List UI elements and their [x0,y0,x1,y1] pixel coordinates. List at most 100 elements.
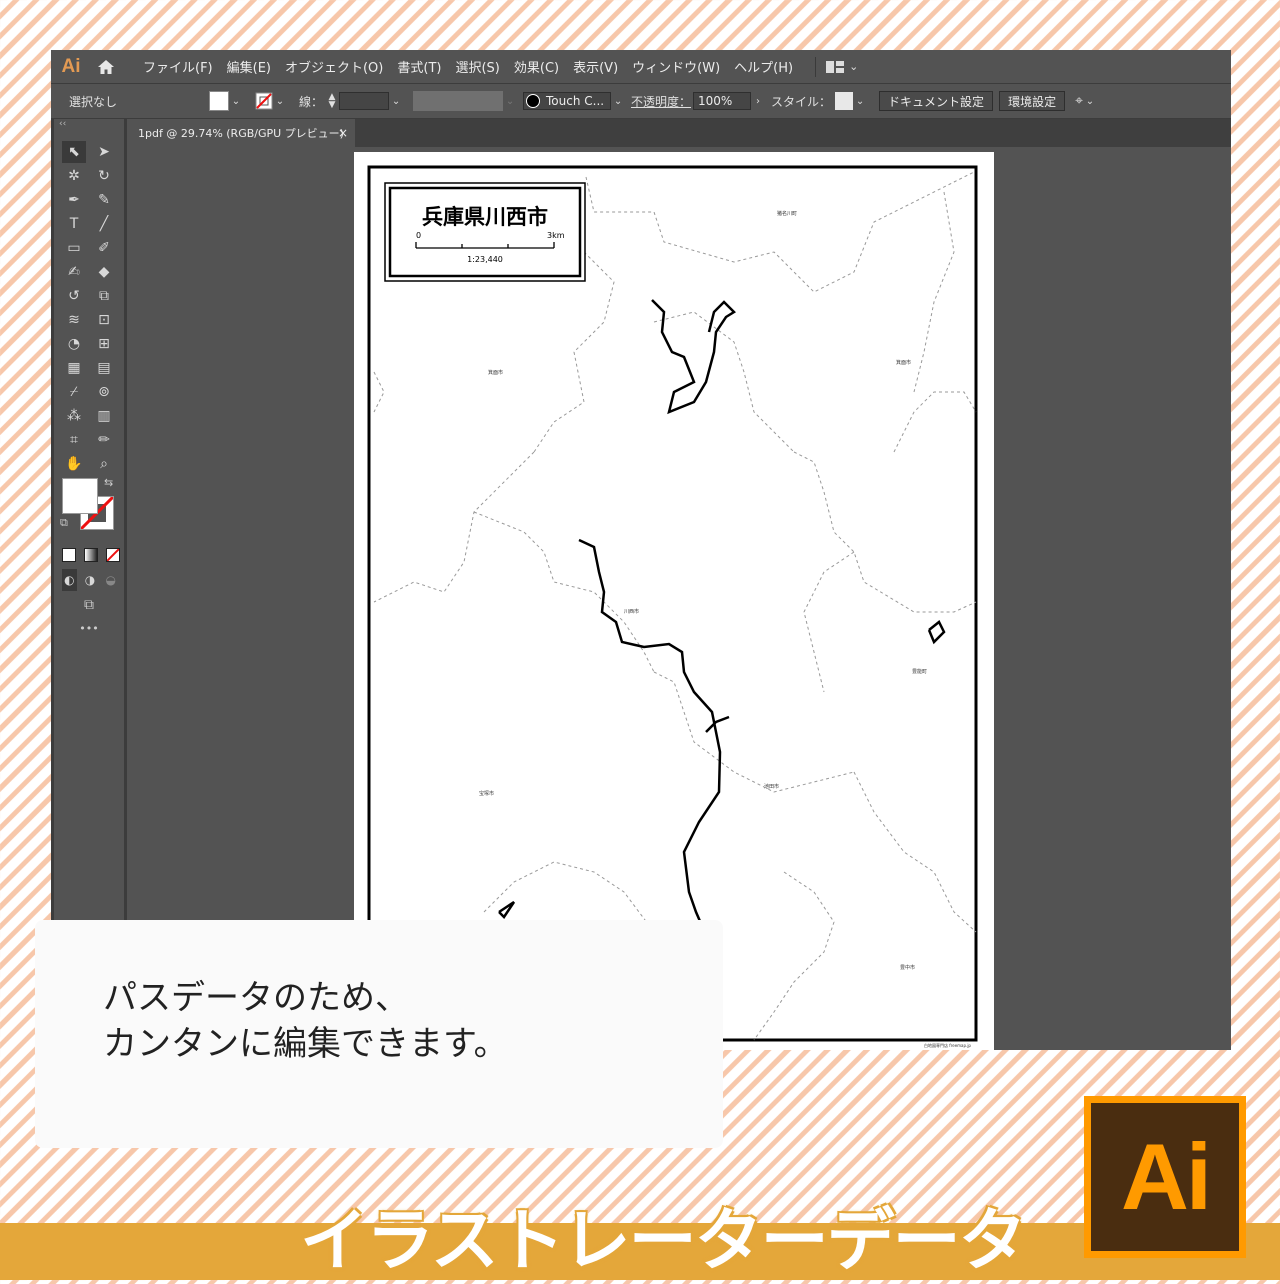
artboard[interactable]: 兵庫県川西市 0 3km 1:23,440 猪名川町 箕面市 箕面市 川西市 豊… [354,152,994,1050]
chevron-down-icon: ⌄ [849,60,859,73]
swap-fill-stroke-icon[interactable]: ⇆ [104,476,113,489]
column-graph-tool-icon[interactable]: ▥ [92,405,116,427]
place-label: 豊中市 [900,964,915,971]
fill-color-swatch[interactable] [62,478,98,514]
menu-type[interactable]: 書式(T) [397,57,441,76]
menu-window[interactable]: ウィンドウ(W) [632,57,720,76]
arrange-dropdown-icon[interactable]: ⌄ [1083,96,1097,107]
close-icon[interactable]: × [338,126,348,140]
illustrator-window: Ai ファイル(F) 編集(E) オブジェクト(O) 書式(T) 選択(S) 効… [51,50,1231,1050]
menu-view[interactable]: 表示(V) [573,57,618,76]
zoom-tool-icon[interactable]: ⌕ [92,453,116,475]
pen-tool-icon[interactable]: ✒ [62,189,86,211]
magic-wand-tool-icon[interactable]: ✲ [62,165,86,187]
badge-inner: Ai [1091,1103,1239,1251]
preferences-button[interactable]: 環境設定 [999,91,1066,111]
shape-builder-tool-icon[interactable]: ◔ [62,333,86,355]
fill-swatch[interactable] [209,91,229,111]
menu-select[interactable]: 選択(S) [455,57,499,76]
brush-dropdown-icon[interactable]: ⌄ [611,96,625,107]
menu-edit[interactable]: 編集(E) [227,57,271,76]
paintbrush-tool-icon[interactable]: ✐ [92,237,116,259]
screen-mode-icon[interactable]: ⧉ [84,597,94,613]
menu-file[interactable]: ファイル(F) [143,57,213,76]
draw-normal-icon[interactable]: ◐ [62,569,77,591]
profile-dropdown-icon[interactable]: ⌄ [503,96,517,107]
default-colors-icon[interactable]: ⧉ [60,516,68,530]
map-svg: 兵庫県川西市 0 3km 1:23,440 猪名川町 箕面市 箕面市 川西市 豊… [367,165,978,1048]
river-paths [498,299,946,943]
document-tab-bar: 1pdf @ 29.74% (RGB/GPU プレビュー) × [127,119,1231,147]
symbol-sprayer-tool-icon[interactable]: ⁂ [62,405,86,427]
menu-object[interactable]: オブジェクト(O) [285,57,383,76]
type-tool-icon[interactable]: T [62,213,86,235]
stroke-weight-dropdown-icon[interactable]: ⌄ [389,96,403,107]
tab-document[interactable]: 1pdf @ 29.74% (RGB/GPU プレビュー) × [127,119,355,147]
rotate-tool-icon[interactable]: ↺ [62,285,86,307]
arrange-documents-icon[interactable]: ⌖ [1075,93,1083,109]
stroke-swatch-none[interactable] [255,92,273,110]
perspective-grid-tool-icon[interactable]: ⊞ [92,333,116,355]
style-dropdown-icon[interactable]: ⌄ [853,96,867,107]
place-label: 猪名川町 [777,210,797,217]
document-tab-title: 1pdf @ 29.74% (RGB/GPU プレビュー) [138,127,344,140]
place-label: 豊能町 [912,668,927,675]
selection-tool-icon[interactable]: ⬉ [62,141,86,163]
curvature-tool-icon[interactable]: ✎ [92,189,116,211]
style-swatch[interactable] [835,92,854,110]
map-frame [367,165,978,1042]
municipal-boundaries [373,171,977,1041]
variable-width-profile[interactable] [413,91,504,111]
workspace-switcher[interactable]: ⌄ [815,56,859,77]
opacity-label[interactable]: 不透明度： [631,93,691,110]
home-icon[interactable] [91,58,121,76]
workspace-layout-icon [826,60,845,73]
stroke-dropdown-icon[interactable]: ⌄ [273,96,287,107]
blend-tool-icon[interactable]: ⊚ [92,381,116,403]
slice-tool-icon[interactable]: ✏ [92,429,116,451]
stroke-weight-field[interactable] [339,92,390,110]
banner-title: イラストレーターデータ [300,1202,1027,1281]
illustrator-badge: Ai [1084,1096,1246,1258]
style-label: スタイル： [771,94,832,109]
color-mode-icon[interactable] [62,548,76,562]
place-label: 川西市 [624,608,639,615]
none-mode-icon[interactable] [106,548,120,562]
direct-selection-tool-icon[interactable]: ➤ [92,141,116,163]
artboard-tool-icon[interactable]: ⌗ [62,429,86,451]
map-title: 兵庫県川西市 [422,205,548,229]
scale-tool-icon[interactable]: ⧉ [92,285,116,307]
gradient-mode-icon[interactable] [84,548,98,562]
opacity-arrow-icon[interactable]: › [751,96,765,107]
map-legend: 兵庫県川西市 0 3km 1:23,440 [384,182,586,282]
document-setup-button[interactable]: ドキュメント設定 [879,91,994,111]
brush-dot-icon [526,94,541,108]
scale-end: 3km [547,231,565,240]
shaper-tool-icon[interactable]: ✍ [62,261,86,283]
lasso-tool-icon[interactable]: ↻ [92,165,116,187]
gradient-tool-icon[interactable]: ▤ [92,357,116,379]
panel-collapse-icon[interactable]: ‹‹ [54,119,124,133]
draw-behind-icon[interactable]: ◑ [83,569,98,591]
brush-definition[interactable]: Touch C... [523,92,612,110]
fill-dropdown-icon[interactable]: ⌄ [229,96,243,107]
warp-tool-icon[interactable]: ≋ [62,309,86,331]
control-bar: 選択なし ⌄ ⌄ 線： ▲ ▼ ⌄ ⌄ Touch C... ⌄ 不透明度： 10… [51,84,1231,118]
map-credit: 白地図専門店 freemap.jp [924,1042,971,1048]
canvas-area[interactable]: 兵庫県川西市 0 3km 1:23,440 猪名川町 箕面市 箕面市 川西市 豊… [127,147,1231,1050]
free-transform-tool-icon[interactable]: ⊡ [92,309,116,331]
edit-toolbar-icon[interactable]: ••• [79,622,98,635]
line-tool-icon[interactable]: ╱ [92,213,116,235]
rectangle-tool-icon[interactable]: ▭ [62,237,86,259]
menu-help[interactable]: ヘルプ(H) [734,57,793,76]
scale-ratio: 1:23,440 [467,255,503,264]
draw-inside-icon[interactable]: ◒ [103,569,118,591]
eyedropper-tool-icon[interactable]: ⌿ [62,381,86,403]
eraser-tool-icon[interactable]: ◆ [92,261,116,283]
hand-tool-icon[interactable]: ✋ [62,453,86,475]
mesh-tool-icon[interactable]: ▦ [62,357,86,379]
opacity-field[interactable]: 100% [693,92,752,110]
stroke-stepper-icon[interactable]: ▲ ▼ [327,93,337,110]
menu-effect[interactable]: 効果(C) [514,57,559,76]
badge-text: Ai [1121,1124,1212,1229]
